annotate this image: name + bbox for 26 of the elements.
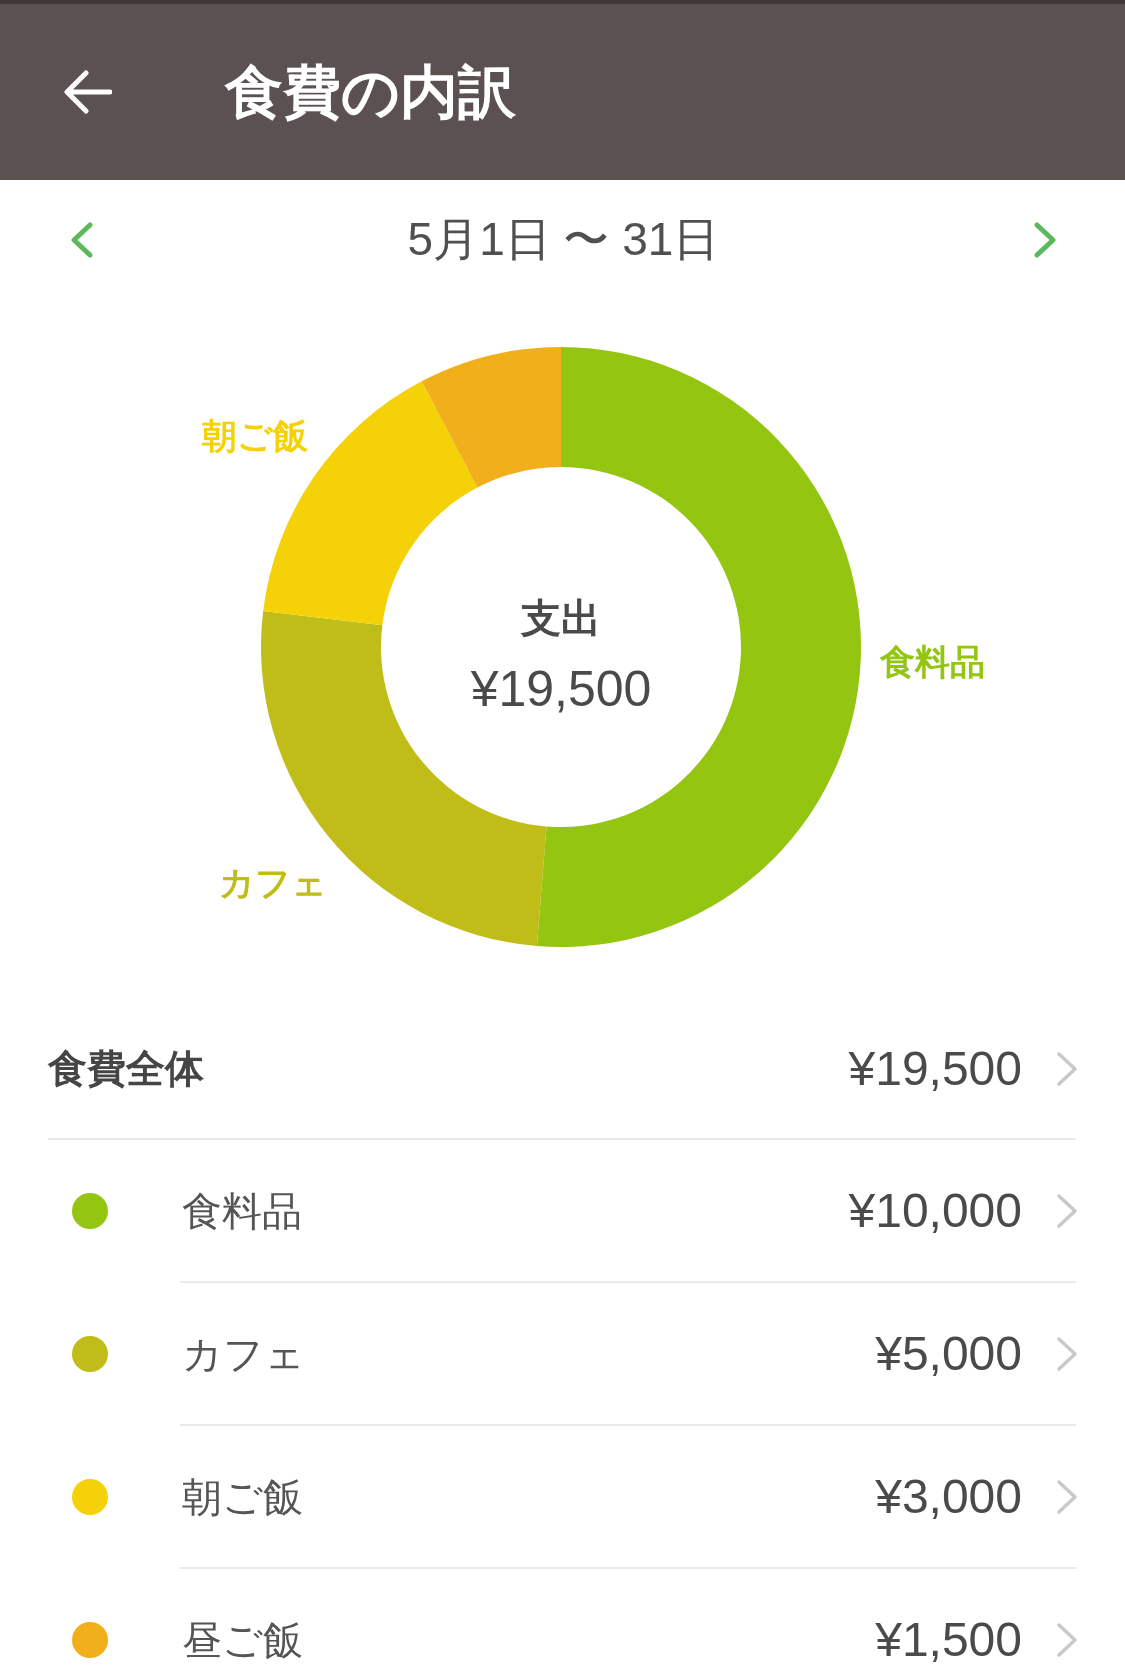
chevron-icon[interactable] xyxy=(1056,1335,1078,1372)
category-name: カフェ xyxy=(182,1330,306,1377)
category-amount: ¥3,000 xyxy=(875,1468,1022,1525)
category-amount: ¥1,500 xyxy=(875,1611,1022,1668)
chevron-icon[interactable] xyxy=(1056,1192,1078,1229)
date-range: 5月1日 〜 31日 xyxy=(407,212,720,267)
chevron-icon[interactable] xyxy=(1056,1621,1078,1658)
back-button[interactable] xyxy=(64,70,112,114)
center-label: 支出 xyxy=(521,596,601,640)
category-amount: ¥5,000 xyxy=(875,1325,1022,1382)
category-name: 食料品 xyxy=(182,1187,303,1234)
slice-label: 朝ご飯 xyxy=(201,416,308,456)
category-name: 朝ご飯 xyxy=(182,1473,304,1520)
slice-label: カフェ xyxy=(218,862,327,902)
chevron-icon[interactable] xyxy=(1056,1051,1078,1087)
summary-amount: ¥19,500 xyxy=(848,1041,1022,1097)
chevron-icon[interactable] xyxy=(1056,1478,1078,1515)
summary-label: 食費全体 xyxy=(48,1046,205,1092)
back-arrow-icon xyxy=(64,70,112,114)
category-name: 昼ご飯 xyxy=(182,1616,304,1663)
center-total: ¥19,500 xyxy=(470,661,652,717)
screen-title: 食費の内訳 xyxy=(225,58,516,127)
category-amount: ¥10,000 xyxy=(848,1182,1022,1239)
next-chevron-icon[interactable] xyxy=(1034,222,1057,258)
slice-label: 食料品 xyxy=(880,642,986,682)
previous-chevron-icon[interactable] xyxy=(70,222,93,258)
